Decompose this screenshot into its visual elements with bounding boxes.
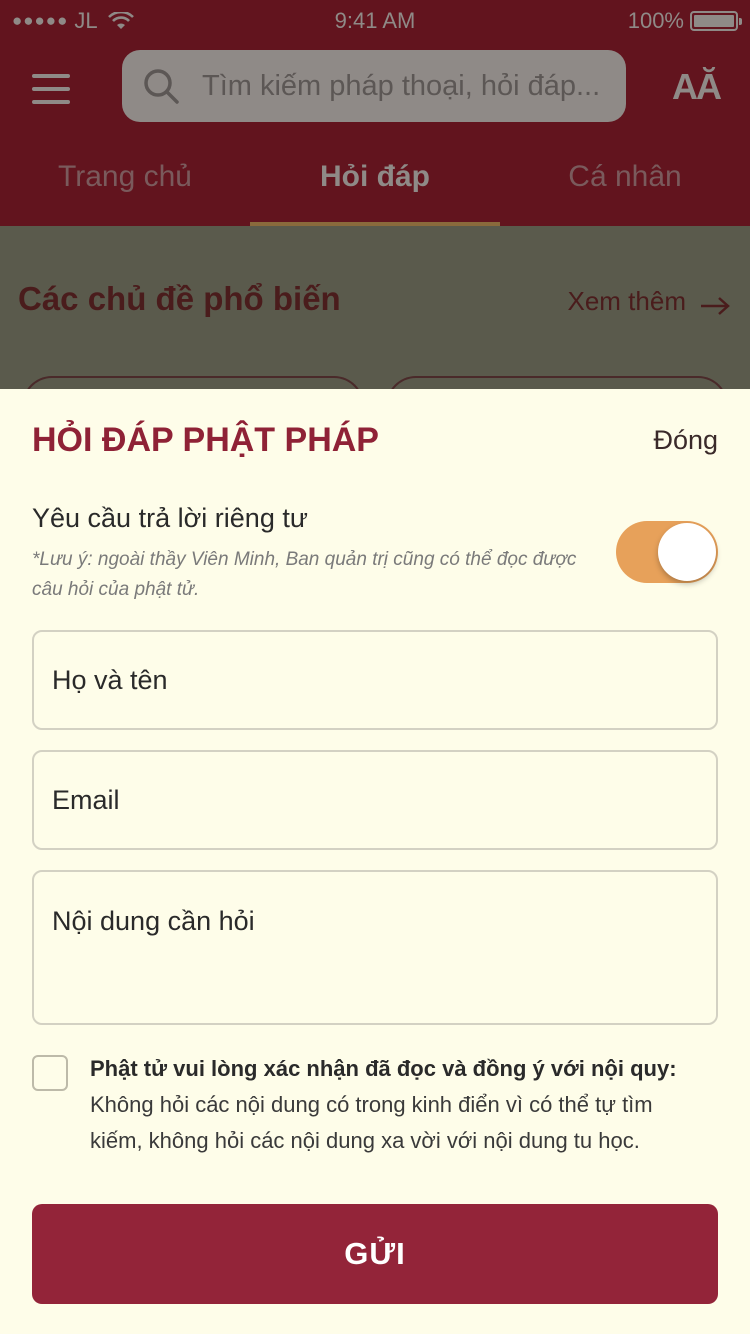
private-answer-toggle[interactable] bbox=[616, 521, 718, 583]
tab-home[interactable]: Trang chủ bbox=[0, 150, 250, 226]
terms-heading: Phật tử vui lòng xác nhận đã đọc và đồng… bbox=[90, 1056, 677, 1081]
popular-topics-section: Các chủ đề phổ biến Xem thêm bbox=[0, 226, 750, 416]
see-more-label: Xem thêm bbox=[567, 286, 687, 316]
status-right: 100% bbox=[627, 8, 742, 34]
search-icon bbox=[142, 67, 180, 105]
terms-checkbox[interactable] bbox=[32, 1055, 68, 1091]
arrow-right-icon bbox=[700, 292, 730, 315]
toggle-knob bbox=[658, 523, 716, 581]
search-bar[interactable] bbox=[122, 50, 626, 122]
tab-bar: Trang chủ Hỏi đáp Cá nhân bbox=[0, 150, 750, 226]
search-input[interactable] bbox=[202, 69, 612, 103]
qa-form-sheet: HỎI ĐÁP PHẬT PHÁP Đóng Yêu cầu trả lời r… bbox=[0, 389, 750, 1334]
private-answer-note: *Lưu ý: ngoài thầy Viên Minh, Ban quản t… bbox=[32, 549, 577, 600]
question-content-field[interactable] bbox=[32, 870, 718, 1025]
terms-text-block: Phật tử vui lòng xác nhận đã đọc và đồng… bbox=[90, 1051, 710, 1159]
battery-icon bbox=[690, 11, 742, 31]
see-more-link[interactable]: Xem thêm bbox=[568, 286, 731, 317]
close-button[interactable]: Đóng bbox=[653, 425, 718, 456]
font-size-icon[interactable]: AĂ bbox=[672, 66, 722, 108]
hamburger-menu-icon[interactable] bbox=[32, 74, 70, 104]
sheet-title: HỎI ĐÁP PHẬT PHÁP bbox=[32, 421, 379, 459]
name-field[interactable] bbox=[32, 630, 718, 730]
private-answer-label: Yêu cầu trả lời riêng tư bbox=[32, 503, 308, 533]
submit-button[interactable]: GỬI bbox=[32, 1204, 718, 1304]
app-header: ●●●●● JL 9:41 AM 100% AĂ bbox=[0, 0, 750, 226]
terms-body: Không hỏi các nội dung có trong kinh điể… bbox=[90, 1092, 653, 1153]
status-bar: ●●●●● JL 9:41 AM 100% bbox=[0, 0, 750, 40]
battery-percent: 100% bbox=[627, 8, 684, 33]
tab-profile[interactable]: Cá nhân bbox=[500, 150, 750, 226]
tab-qa[interactable]: Hỏi đáp bbox=[250, 150, 500, 226]
email-field[interactable] bbox=[32, 750, 718, 850]
popular-topics-title: Các chủ đề phổ biến bbox=[18, 280, 341, 317]
